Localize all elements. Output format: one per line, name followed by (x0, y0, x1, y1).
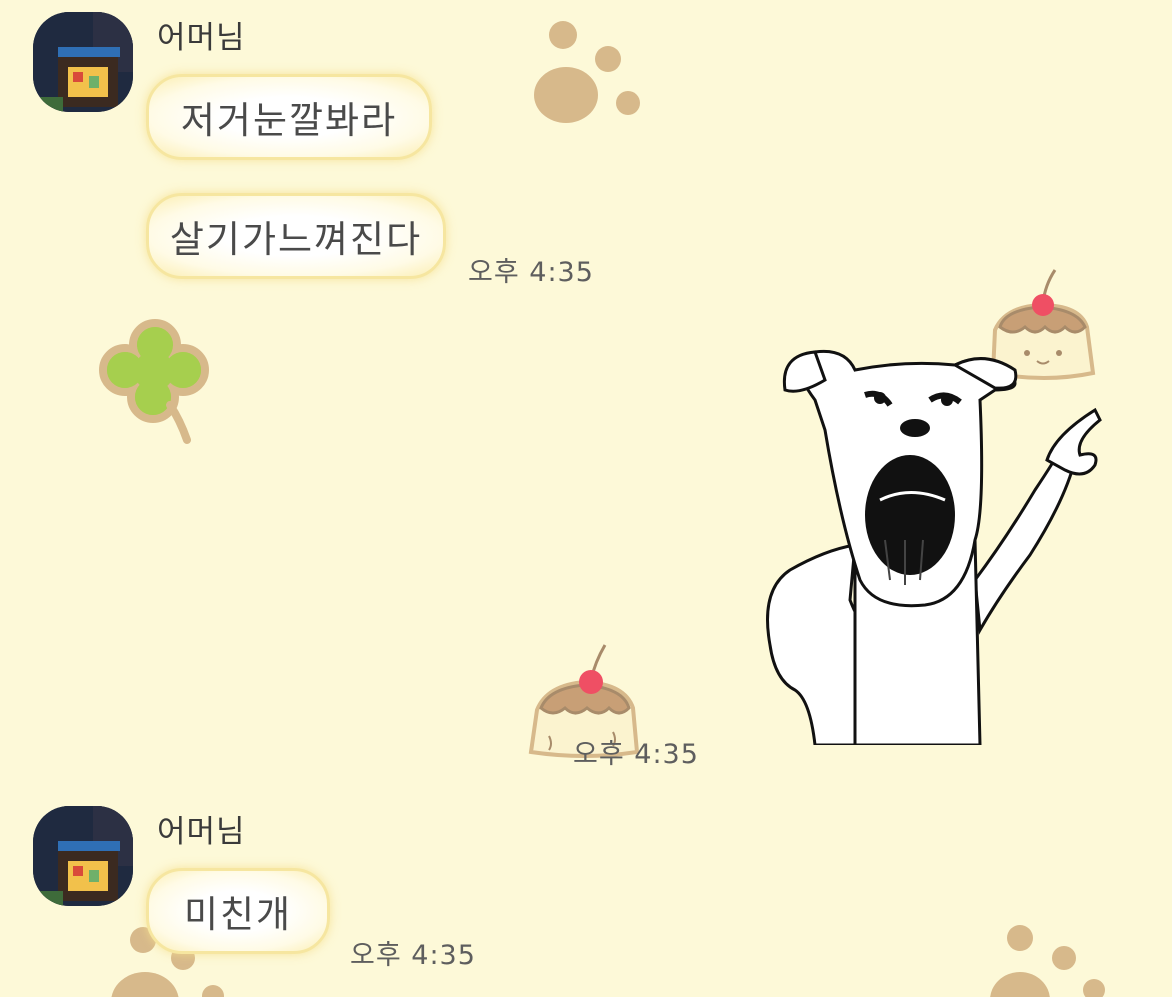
dog-pointing-sticker[interactable] (755, 340, 1105, 745)
message-timestamp: 오후 4:35 (350, 940, 476, 971)
paw-print-icon (990, 925, 1105, 997)
message-timestamp: 오후 4:35 (468, 257, 594, 288)
paw-print-icon (534, 21, 640, 123)
message-timestamp: 오후 4:35 (573, 739, 699, 770)
storefront-icon (33, 12, 133, 112)
sender-name: 어머님 (157, 20, 246, 56)
message-bubble[interactable]: 저거눈깔봐라 (146, 74, 432, 160)
storefront-icon (33, 806, 133, 906)
avatar[interactable] (33, 806, 133, 906)
avatar[interactable] (33, 12, 133, 112)
message-bubble[interactable]: 살기가느껴진다 (146, 193, 446, 279)
sender-name: 어머님 (157, 814, 246, 850)
message-bubble[interactable]: 미친개 (146, 868, 330, 954)
clover-icon (99, 319, 209, 444)
